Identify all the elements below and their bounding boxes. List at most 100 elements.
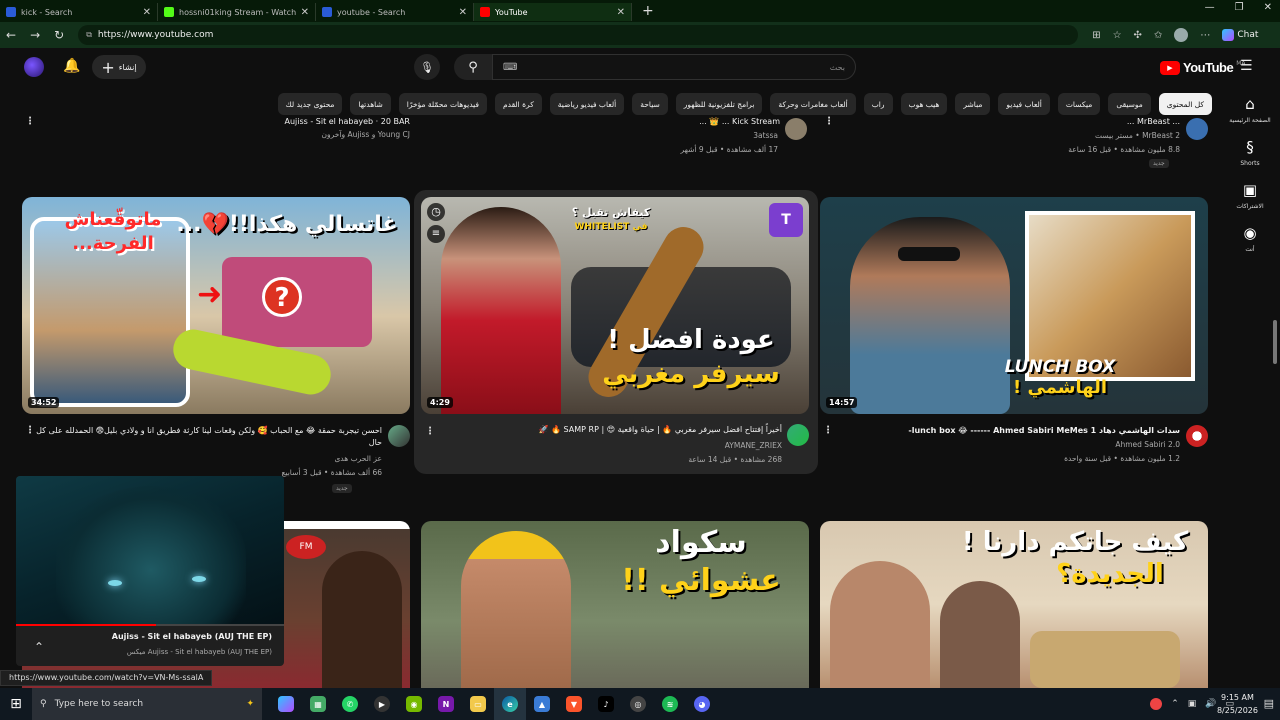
- chip[interactable]: برامج تلفزيونية للظهور: [675, 93, 763, 115]
- channel-name[interactable]: Young CJ و Aujiss وآخرون: [40, 130, 410, 139]
- close-tab-icon[interactable]: ✕: [301, 7, 309, 18]
- search-button[interactable]: ⚲: [454, 54, 492, 80]
- channel-avatar[interactable]: [1186, 425, 1208, 447]
- channel-name[interactable]: 3atssa: [440, 131, 778, 140]
- video-thumbnail[interactable]: ? ➜ غاتسالي هكذا!!💔... ماتوقّعناش الفرحة…: [22, 197, 410, 414]
- add-to-queue-icon[interactable]: ≡: [427, 225, 445, 243]
- taskbar-app[interactable]: ◉: [398, 688, 430, 720]
- browser-tab[interactable]: kick - Search ✕: [0, 3, 158, 21]
- chip[interactable]: هيب هوب: [900, 93, 948, 115]
- chip[interactable]: شاهدتها: [350, 93, 391, 115]
- taskbar-app[interactable]: ◎: [622, 688, 654, 720]
- notification-center-icon[interactable]: ▤: [1264, 697, 1274, 710]
- reload-icon[interactable]: ↻: [54, 28, 64, 42]
- taskbar-app[interactable]: ◕: [686, 688, 718, 720]
- watch-later-icon[interactable]: ◷: [427, 203, 445, 221]
- install-app-icon[interactable]: ⊞: [1092, 30, 1100, 41]
- keyboard-icon[interactable]: ⌨: [503, 62, 517, 73]
- video-thumbnail[interactable]: T كيفاش تقبل ؟ في WHITELIST عودة افضل ! …: [421, 197, 809, 414]
- show-hidden-icons-icon[interactable]: ⌃: [1171, 699, 1179, 709]
- close-tab-icon[interactable]: ✕: [617, 7, 625, 18]
- restore-icon[interactable]: ❐: [1235, 2, 1244, 13]
- taskbar-app[interactable]: ▶: [366, 688, 398, 720]
- taskbar-app[interactable]: ▼: [558, 688, 590, 720]
- chip-all[interactable]: كل المحتوى: [1158, 93, 1212, 115]
- notifications-bell-icon[interactable]: 🔔: [63, 58, 80, 74]
- video-title[interactable]: Aujiss - Sit el habayeb · 20 BAR: [40, 116, 410, 126]
- rail-item-home[interactable]: ⌂ الصفحة الرئيسية: [1222, 95, 1278, 124]
- miniplayer-video[interactable]: [16, 476, 284, 626]
- video-thumbnail[interactable]: LUNCH BOX الهاشمي ! 14:57: [820, 197, 1208, 414]
- more-actions-icon[interactable]: ⋮: [823, 425, 833, 436]
- close-tab-icon[interactable]: ✕: [143, 7, 151, 18]
- video-title[interactable]: ... MrBeast ...: [840, 116, 1180, 126]
- channel-avatar[interactable]: [787, 424, 809, 446]
- new-tab-button[interactable]: +: [642, 3, 654, 19]
- chip[interactable]: فيديوهات محمّلة مؤخرًا: [398, 93, 487, 115]
- chip[interactable]: ميكسات: [1057, 93, 1101, 115]
- rail-item-you[interactable]: ◉ أنت: [1222, 224, 1278, 253]
- expand-chevron-icon[interactable]: ⌃: [34, 640, 44, 654]
- network-icon[interactable]: ▣: [1188, 699, 1197, 709]
- extensions-icon[interactable]: ✣: [1134, 30, 1142, 41]
- account-avatar[interactable]: [24, 57, 44, 77]
- windows-start-icon[interactable]: ⊞: [0, 696, 32, 712]
- channel-avatar[interactable]: [388, 425, 410, 447]
- create-button[interactable]: + إنشاء: [92, 55, 146, 79]
- more-actions-icon[interactable]: ⋮: [25, 116, 35, 127]
- browser-tab-active[interactable]: YouTube ✕: [474, 3, 632, 21]
- chip[interactable]: ألعاب فيديو: [998, 93, 1050, 115]
- chip[interactable]: سياحة: [632, 93, 668, 115]
- video-title[interactable]: أخيراً إفتتاح افضل سيرفر مغربي 🔥 | حياة …: [440, 424, 782, 436]
- channel-name[interactable]: MrBeast 2 • مستر بيست: [840, 131, 1180, 140]
- rail-item-shorts[interactable]: § Shorts: [1222, 138, 1278, 167]
- back-icon[interactable]: ←: [6, 28, 16, 42]
- taskbar-app[interactable]: e: [494, 688, 526, 720]
- channel-name[interactable]: Ahmed Sabiri 2.0: [834, 440, 1180, 449]
- more-actions-icon[interactable]: ⋮: [425, 426, 435, 437]
- close-window-icon[interactable]: ✕: [1264, 2, 1272, 13]
- video-thumbnail[interactable]: كيف جاتكم دارنا ! الجديدة؟: [820, 521, 1208, 688]
- taskbar-app[interactable]: ▭: [462, 688, 494, 720]
- miniplayer-progress-bar[interactable]: [16, 624, 284, 626]
- minimize-icon[interactable]: —: [1205, 2, 1215, 13]
- voice-search-mic-icon[interactable]: 🎙: [414, 54, 440, 80]
- profile-avatar[interactable]: [1174, 28, 1189, 42]
- more-actions-icon[interactable]: ⋮: [25, 425, 35, 436]
- video-title[interactable]: سدات الهاشمي دهاد lunch box 😂 ------ Ahm…: [834, 425, 1180, 437]
- favorite-star-icon[interactable]: ☆: [1113, 30, 1122, 41]
- taskbar-search-box[interactable]: ⚲ Type here to search ✦: [32, 688, 262, 720]
- rail-item-subscriptions[interactable]: ▣ الاشتراكات: [1222, 181, 1278, 210]
- chip[interactable]: محتوى جديد لك: [277, 93, 343, 115]
- forward-icon[interactable]: →: [30, 28, 40, 42]
- miniplayer[interactable]: ⌃ Aujiss - Sit el habayeb (AUJ THE EP) A…: [16, 476, 284, 666]
- chip[interactable]: موسيقى: [1108, 93, 1151, 115]
- browser-tab[interactable]: hossni01king Stream - Watch ✕: [158, 3, 316, 21]
- search-input[interactable]: ⌨ بحث: [492, 54, 856, 80]
- taskbar-app[interactable]: [270, 688, 302, 720]
- channel-name[interactable]: عز الحرب هدى: [36, 454, 382, 463]
- taskbar-app[interactable]: ≋: [654, 688, 686, 720]
- site-info-icon[interactable]: ⧉: [86, 30, 92, 40]
- taskbar-app[interactable]: ▲: [526, 688, 558, 720]
- taskbar-app[interactable]: ♪: [590, 688, 622, 720]
- close-tab-icon[interactable]: ✕: [459, 7, 467, 18]
- copilot-chat-button[interactable]: Chat: [1222, 29, 1258, 41]
- channel-avatar[interactable]: [1186, 118, 1208, 140]
- chip[interactable]: مباشر: [955, 93, 991, 115]
- chip[interactable]: ألعاب فيديو رياضية: [549, 93, 625, 115]
- chip[interactable]: كرة القدم: [495, 93, 542, 115]
- taskbar-app[interactable]: ✆: [334, 688, 366, 720]
- browser-tab[interactable]: youtube - Search ✕: [316, 3, 474, 21]
- channel-name[interactable]: AYMANE_ZRIEX: [440, 441, 782, 450]
- video-title[interactable]: Kick Stream ... 👑 ...: [440, 116, 780, 126]
- youtube-logo[interactable]: ▶ YouTube MA: [1160, 60, 1245, 75]
- hamburger-menu-icon[interactable]: ☰: [1240, 58, 1253, 74]
- video-thumbnail[interactable]: سكواد عشوائي !!: [421, 521, 809, 688]
- taskbar-app[interactable]: ▦: [302, 688, 334, 720]
- video-title[interactable]: احسن تيجربة حمقة 😂 مع الحباب 🥰 ولكن وقعا…: [36, 425, 382, 449]
- address-bar[interactable]: ⧉ https://www.youtube.com: [78, 25, 1079, 45]
- chip[interactable]: ألعاب مغامرات وحركة: [770, 93, 856, 115]
- favorites-icon[interactable]: ✩: [1154, 30, 1162, 41]
- more-actions-icon[interactable]: ⋮: [824, 116, 834, 127]
